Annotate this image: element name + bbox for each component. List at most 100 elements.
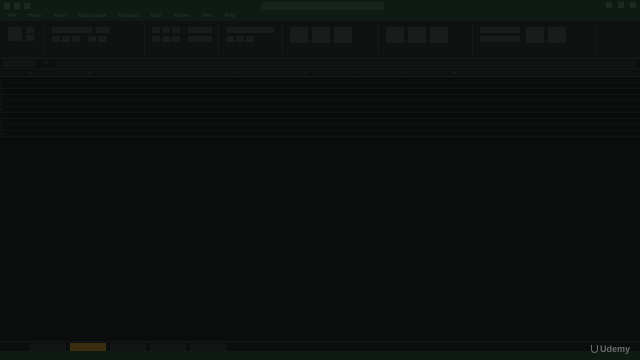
table-cell[interactable] — [50, 107, 128, 112]
menu-home[interactable]: Home — [28, 12, 41, 21]
table-cell[interactable] — [380, 107, 428, 112]
table-cell[interactable] — [130, 113, 188, 118]
find-select-icon[interactable] — [548, 27, 566, 43]
table-cell[interactable] — [480, 125, 528, 130]
table-cell[interactable] — [380, 95, 428, 100]
table-cell[interactable] — [130, 89, 188, 94]
table-cell[interactable] — [430, 131, 478, 136]
currency-icon[interactable] — [226, 36, 234, 42]
table-cell[interactable] — [330, 107, 378, 112]
sheet-tab[interactable] — [70, 343, 106, 351]
fx-icon[interactable]: fx — [44, 60, 48, 66]
table-cell[interactable] — [190, 77, 278, 82]
table-cell[interactable] — [430, 125, 478, 130]
table-cell[interactable] — [330, 119, 378, 124]
table-cell[interactable] — [130, 125, 188, 130]
table-cell[interactable] — [380, 101, 428, 106]
close-icon[interactable] — [630, 2, 636, 8]
table-cell[interactable] — [480, 113, 528, 118]
table-cell[interactable] — [380, 83, 428, 88]
table-cell[interactable] — [10, 89, 48, 94]
table-cell[interactable] — [280, 131, 328, 136]
table-cell[interactable] — [380, 119, 428, 124]
redo-icon[interactable] — [24, 3, 30, 9]
table-cell[interactable] — [130, 77, 188, 82]
table-cell[interactable] — [130, 83, 188, 88]
paste-icon[interactable] — [8, 27, 22, 41]
align-bottom-icon[interactable] — [172, 27, 180, 33]
table-cell[interactable] — [280, 125, 328, 130]
row-number[interactable]: 2 — [0, 83, 6, 88]
table-cell[interactable] — [430, 113, 478, 118]
align-right-icon[interactable] — [172, 36, 180, 42]
row-number[interactable]: 3 — [0, 89, 6, 94]
row-number[interactable]: 10 — [0, 131, 6, 136]
table-cell[interactable] — [10, 95, 48, 100]
sheet-tab[interactable] — [110, 343, 146, 351]
table-cell[interactable] — [430, 83, 478, 88]
table-cell[interactable] — [190, 125, 278, 130]
fill-color-icon[interactable] — [88, 36, 96, 42]
fill-button[interactable] — [480, 36, 520, 42]
column-header[interactable]: B — [50, 69, 130, 76]
table-cell[interactable] — [50, 89, 128, 94]
table-cell[interactable] — [430, 101, 478, 106]
table-cell[interactable] — [380, 89, 428, 94]
merge-center-button[interactable] — [188, 36, 212, 42]
table-cell[interactable] — [50, 83, 128, 88]
table-cell[interactable] — [380, 131, 428, 136]
copy-icon[interactable] — [26, 35, 34, 41]
row-number[interactable]: 4 — [0, 95, 6, 100]
table-cell[interactable] — [10, 83, 48, 88]
table-cell[interactable] — [330, 95, 378, 100]
cell-grid[interactable]: 1 2 3 4 5 6 7 8 9 10 — [0, 77, 640, 340]
table-cell[interactable] — [330, 83, 378, 88]
table-cell[interactable] — [280, 101, 328, 106]
align-center-icon[interactable] — [162, 36, 170, 42]
save-icon[interactable] — [4, 3, 10, 9]
table-cell[interactable] — [280, 77, 328, 82]
table-cell[interactable] — [280, 107, 328, 112]
table-cell[interactable] — [280, 83, 328, 88]
table-cell[interactable] — [130, 107, 188, 112]
menu-view[interactable]: View — [202, 12, 213, 21]
table-cell[interactable] — [480, 119, 528, 124]
menu-review[interactable]: Review — [173, 12, 189, 21]
table-cell[interactable] — [280, 113, 328, 118]
sheet-tab[interactable] — [190, 343, 226, 351]
menu-page-layout[interactable]: Page Layout — [78, 12, 106, 21]
align-middle-icon[interactable] — [162, 27, 170, 33]
maximize-icon[interactable] — [618, 2, 624, 8]
table-cell[interactable] — [190, 101, 278, 106]
menu-formulas[interactable]: Formulas — [118, 12, 139, 21]
table-cell[interactable] — [10, 101, 48, 106]
table-cell[interactable] — [50, 125, 128, 130]
column-header[interactable]: F — [330, 69, 380, 76]
table-cell[interactable] — [50, 95, 128, 100]
table-cell[interactable] — [130, 119, 188, 124]
sheet-tab[interactable] — [30, 343, 66, 351]
table-cell[interactable] — [480, 83, 528, 88]
row-number[interactable]: 1 — [0, 77, 6, 82]
table-cell[interactable] — [330, 89, 378, 94]
table-cell[interactable] — [280, 89, 328, 94]
table-cell[interactable] — [330, 113, 378, 118]
table-cell[interactable] — [280, 95, 328, 100]
menu-insert[interactable]: Insert — [53, 12, 66, 21]
table-cell[interactable] — [190, 95, 278, 100]
menu-data[interactable]: Data — [151, 12, 162, 21]
table-cell[interactable] — [330, 77, 378, 82]
table-cell[interactable] — [330, 131, 378, 136]
table-cell[interactable] — [480, 131, 528, 136]
column-header[interactable]: C — [130, 69, 190, 76]
cell-styles-icon[interactable] — [334, 27, 352, 43]
table-cell[interactable] — [10, 131, 48, 136]
table-cell[interactable] — [380, 77, 428, 82]
table-cell[interactable] — [380, 125, 428, 130]
table-cell[interactable] — [50, 113, 128, 118]
row-number[interactable]: 5 — [0, 101, 6, 106]
table-cell[interactable] — [480, 107, 528, 112]
table-cell[interactable] — [190, 113, 278, 118]
minimize-icon[interactable] — [606, 2, 612, 8]
insert-cells-icon[interactable] — [386, 27, 404, 43]
